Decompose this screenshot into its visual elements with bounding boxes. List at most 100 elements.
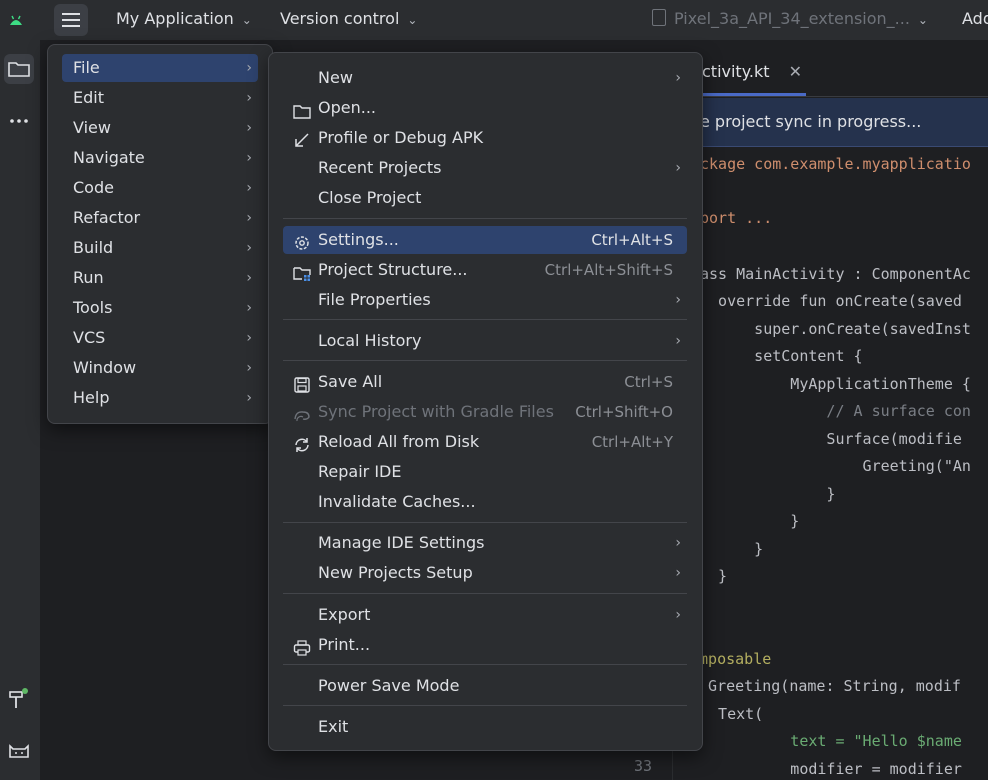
main-menu-item-tools[interactable]: Tools › [62, 294, 258, 322]
menu-item-label: Save All [318, 372, 383, 391]
active-tab-indicator [700, 93, 806, 96]
menu-item-project-structure[interactable]: Project Structure... Ctrl+Alt+Shift+S [283, 256, 687, 284]
import-arrow-icon [293, 130, 311, 147]
main-menu-item-window[interactable]: Window › [62, 354, 258, 382]
code-line: ass MainActivity : ComponentAc [700, 265, 971, 283]
menu-item-label: Navigate [73, 148, 145, 167]
main-menu-item-file[interactable]: File › [62, 54, 258, 82]
menu-item-label: Exit [318, 717, 349, 736]
add-label: Add [962, 9, 988, 28]
menu-item-label: Code [73, 178, 114, 197]
shortcut-label: Ctrl+S [624, 373, 673, 391]
main-menu-item-view[interactable]: View › [62, 114, 258, 142]
code-line: MyApplicationTheme { [700, 375, 971, 393]
gradle-sync-icon [293, 404, 311, 422]
chevron-right-icon: › [246, 360, 252, 376]
editor-tab[interactable]: ctivity.kt ✕ [702, 62, 802, 81]
android-logo-icon [8, 12, 24, 31]
menu-item-label: Close Project [318, 188, 422, 207]
main-menu-item-edit[interactable]: Edit › [62, 84, 258, 112]
main-menu-item-vcs[interactable]: VCS › [62, 324, 258, 352]
code-line: override fun onCreate(saved [700, 292, 962, 310]
menu-item-exit[interactable]: Exit [283, 713, 687, 741]
menu-item-label: Tools [73, 298, 113, 317]
folder-icon [293, 100, 311, 119]
code-line: } [700, 540, 764, 558]
main-toolbar: My Application ⌄ Version control ⌄ Pixel_3… [0, 0, 988, 40]
main-menu-item-run[interactable]: Run › [62, 264, 258, 292]
vcs-selector[interactable]: Version control ⌄ [280, 9, 417, 28]
device-selector[interactable]: Pixel_3a_API_34_extension_... ⌄ [652, 9, 928, 28]
menu-item-save-all[interactable]: Save All Ctrl+S [283, 368, 687, 396]
device-icon [652, 9, 666, 26]
code-line: Text( [700, 705, 764, 723]
build-hammer-icon[interactable] [4, 684, 34, 714]
menu-item-local-history[interactable]: Local History › [283, 327, 687, 355]
menu-item-label: Build [73, 238, 114, 257]
menu-item-print[interactable]: Print... [283, 631, 687, 659]
chevron-right-icon: › [246, 240, 252, 256]
menu-item-label: Reload All from Disk [318, 432, 480, 451]
menu-item-label: View [73, 118, 111, 137]
main-menu-item-build[interactable]: Build › [62, 234, 258, 262]
menu-item-label: Print... [318, 635, 371, 654]
code-line: text = "Hello $name [700, 732, 962, 750]
menu-item-label: Settings... [318, 230, 399, 249]
chevron-right-icon: › [675, 333, 681, 349]
code-line: n Greeting(name: String, modif [690, 677, 961, 695]
menu-item-label: Edit [73, 88, 104, 107]
code-line: setContent { [700, 347, 863, 365]
menu-item-label: New [318, 68, 353, 87]
save-disk-icon [293, 374, 311, 393]
code-line: Greeting("An [700, 457, 971, 475]
add-configuration-button[interactable]: Add [962, 9, 988, 28]
menu-item-export[interactable]: Export › [283, 601, 687, 629]
menu-item-label: File [73, 58, 100, 77]
hamburger-menu-icon[interactable] [54, 4, 88, 36]
menu-item-recent-projects[interactable]: Recent Projects › [283, 154, 687, 182]
menu-item-label: Help [73, 388, 110, 407]
menu-item-invalidate-caches[interactable]: Invalidate Caches... [283, 488, 687, 516]
menu-item-label: Repair IDE [318, 462, 402, 481]
project-folder-icon[interactable] [4, 54, 34, 84]
chevron-right-icon: › [675, 565, 681, 581]
close-tab-icon[interactable]: ✕ [789, 62, 802, 81]
menu-item-label: Invalidate Caches... [318, 492, 476, 511]
more-tools-icon[interactable] [4, 106, 34, 136]
menu-item-new-projects-setup[interactable]: New Projects Setup › [283, 559, 687, 587]
menu-item-settings[interactable]: Settings... Ctrl+Alt+S [283, 226, 687, 254]
menu-item-power-save-mode[interactable]: Power Save Mode [283, 672, 687, 700]
menu-separator [283, 664, 687, 665]
project-selector[interactable]: My Application ⌄ [116, 9, 252, 28]
menu-item-open[interactable]: Open... [283, 94, 687, 122]
tool-window-stripe [0, 40, 41, 780]
main-menu-item-navigate[interactable]: Navigate › [62, 144, 258, 172]
menu-item-reload-from-disk[interactable]: Reload All from Disk Ctrl+Alt+Y [283, 428, 687, 456]
menu-item-manage-ide-settings[interactable]: Manage IDE Settings › [283, 529, 687, 557]
shortcut-label: Ctrl+Alt+S [591, 231, 673, 249]
main-menu-item-refactor[interactable]: Refactor › [62, 204, 258, 232]
menu-item-sync-gradle[interactable]: Sync Project with Gradle Files Ctrl+Shif… [283, 398, 687, 426]
menu-item-close-project[interactable]: Close Project [283, 184, 687, 212]
code-line: } [700, 485, 836, 503]
main-menu-item-help[interactable]: Help › [62, 384, 258, 412]
menu-item-repair-ide[interactable]: Repair IDE [283, 458, 687, 486]
menu-item-file-properties[interactable]: File Properties › [283, 286, 687, 314]
gear-icon [293, 232, 311, 250]
menu-item-new[interactable]: New › [283, 64, 687, 92]
code-line: Surface(modifie [700, 430, 962, 448]
menu-item-label: Recent Projects [318, 158, 442, 177]
menu-item-label: Sync Project with Gradle Files [318, 402, 554, 421]
chevron-right-icon: › [246, 90, 252, 106]
main-menu-item-code[interactable]: Code › [62, 174, 258, 202]
reload-icon [293, 434, 311, 452]
code-line: } [700, 567, 728, 585]
chevron-right-icon: › [675, 160, 681, 176]
menu-item-profile-debug-apk[interactable]: Profile or Debug APK [283, 124, 687, 152]
logcat-cat-icon[interactable] [4, 736, 34, 766]
file-menu: New › Open... Profile or Debug APK Recen… [268, 52, 703, 751]
main-menu: File › Edit › View › Navigate › Code › Refactor › Bu… [47, 44, 273, 424]
shortcut-label: Ctrl+Shift+O [575, 403, 673, 421]
menu-item-label: Profile or Debug APK [318, 128, 484, 147]
menu-item-label: File Properties [318, 290, 431, 309]
